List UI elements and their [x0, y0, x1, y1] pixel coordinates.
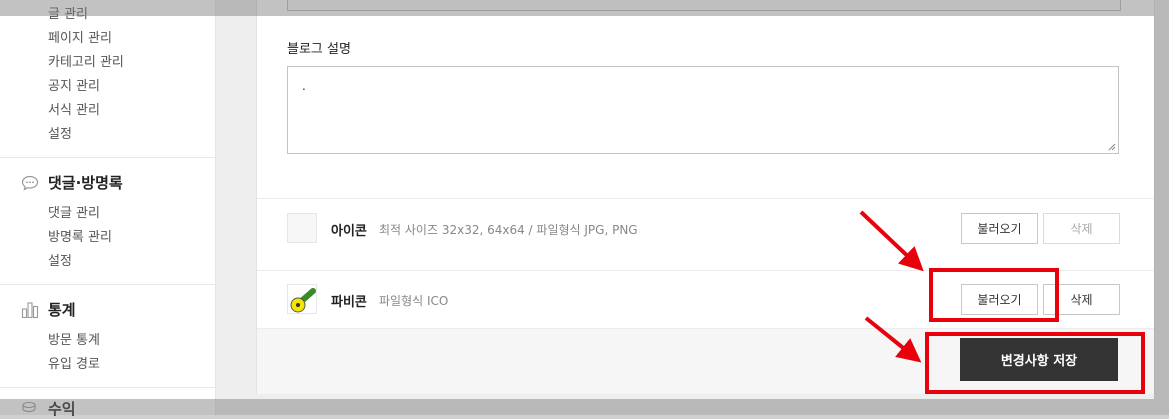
section-header-revenue[interactable]: 수익 — [20, 398, 76, 419]
section-header-comments[interactable]: 댓글·방명록 — [20, 172, 123, 193]
section-divider — [0, 387, 215, 388]
sidebar-item-comment-settings[interactable]: 설정 — [48, 250, 72, 269]
description-value: . — [302, 79, 306, 93]
section-title-comments: 댓글·방명록 — [48, 174, 123, 192]
row-divider — [257, 270, 1154, 271]
sidebar-item-comments[interactable]: 댓글 관리 — [48, 202, 100, 221]
description-label: 블로그 설명 — [287, 42, 351, 57]
sidebar: 글 관리 페이지 관리 카테고리 관리 공지 관리 서식 관리 설정 댓글·방명… — [0, 0, 216, 418]
icon-thumbnail — [287, 213, 317, 243]
section-divider — [0, 157, 215, 158]
sidebar-item-categories[interactable]: 카테고리 관리 — [48, 51, 124, 70]
save-changes-button[interactable]: 변경사항 저장 — [960, 338, 1118, 381]
coins-icon — [20, 399, 40, 419]
sidebar-item-guestbook[interactable]: 방명록 관리 — [48, 226, 112, 245]
sidebar-item-post-settings[interactable]: 설정 — [48, 123, 72, 142]
sidebar-item-referrers[interactable]: 유입 경로 — [48, 353, 100, 372]
sidebar-item-visit-stats[interactable]: 방문 통계 — [48, 329, 100, 348]
sidebar-item-templates[interactable]: 서식 관리 — [48, 99, 100, 118]
icon-upload-row: 아이콘 최적 사이즈 32x32, 64x64 / 파일형식 JPG, PNG … — [287, 213, 1120, 245]
favicon-image-icon — [290, 288, 316, 313]
speech-bubble-icon — [20, 173, 40, 193]
favicon-thumbnail — [287, 284, 317, 314]
section-title-revenue: 수익 — [48, 400, 76, 418]
section-title-stats: 통계 — [48, 301, 76, 319]
section-header-stats[interactable]: 통계 — [20, 299, 76, 320]
favicon-delete-button[interactable]: 삭제 — [1043, 284, 1120, 315]
blog-name-field[interactable] — [287, 0, 1121, 11]
favicon-hint: 파일형식 ICO — [379, 294, 449, 308]
icon-load-button[interactable]: 불러오기 — [961, 213, 1038, 244]
row-divider — [257, 198, 1154, 199]
settings-card: 블로그 설명 . 아이콘 최적 사이즈 32x32, 64x64 / 파일형식 … — [256, 0, 1155, 394]
sidebar-item-pages[interactable]: 페이지 관리 — [48, 27, 112, 46]
resize-grip-icon[interactable] — [1108, 143, 1116, 151]
sidebar-item-posts[interactable]: 글 관리 — [48, 3, 88, 22]
bar-chart-icon — [20, 300, 40, 320]
sidebar-item-notices[interactable]: 공지 관리 — [48, 75, 100, 94]
description-textarea[interactable]: . — [287, 66, 1119, 154]
section-divider — [0, 284, 215, 285]
icon-hint: 최적 사이즈 32x32, 64x64 / 파일형식 JPG, PNG — [379, 223, 638, 237]
icon-delete-button[interactable]: 삭제 — [1043, 213, 1120, 244]
favicon-upload-row: 파비콘 파일형식 ICO 불러오기 삭제 — [287, 284, 1120, 316]
icon-label: 아이콘 — [331, 224, 367, 239]
favicon-load-button[interactable]: 불러오기 — [961, 284, 1038, 315]
favicon-label: 파비콘 — [331, 295, 367, 310]
